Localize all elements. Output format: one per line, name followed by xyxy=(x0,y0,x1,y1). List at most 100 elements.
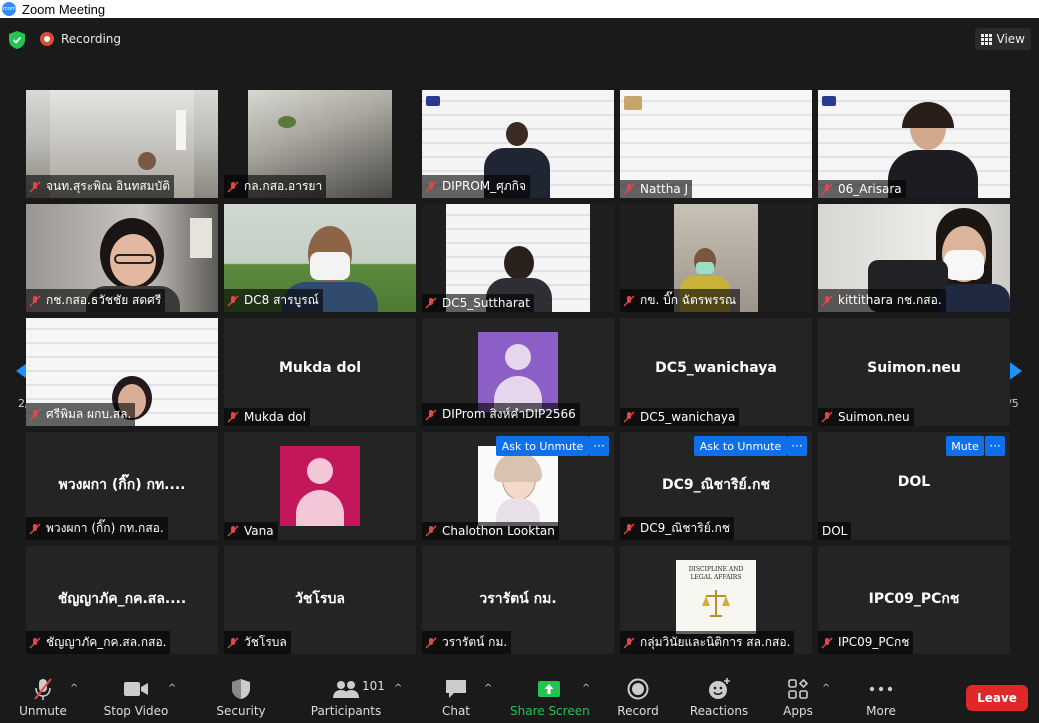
mic-muted-icon xyxy=(29,637,41,648)
participant-tile[interactable]: Nattha J xyxy=(620,90,812,198)
mic-muted-icon xyxy=(29,523,41,534)
audio-options-chevron-icon[interactable]: ^ xyxy=(70,683,78,694)
avatar xyxy=(478,446,558,526)
participant-tile[interactable]: Vana xyxy=(224,432,416,540)
recording-icon xyxy=(40,32,54,46)
participant-name: DC9_ณิชาริย์.กช xyxy=(620,517,734,540)
more-button[interactable]: More xyxy=(858,677,904,718)
participant-tile[interactable]: 06_Arisara xyxy=(818,90,1010,198)
participant-tile[interactable]: Ask to Unmute ··· Chalothon Looktan xyxy=(422,432,614,540)
participant-tile[interactable]: kittithara กช.กสอ. xyxy=(818,204,1010,312)
participant-name: กลุ่มวินัยและนิติการ สล.กสอ. xyxy=(620,631,795,654)
participant-name: จนท.สุระพิณ อินทสมบัติ xyxy=(26,175,174,198)
more-options-icon[interactable]: ··· xyxy=(985,436,1005,456)
view-label: View xyxy=(996,32,1025,46)
participant-name: kittithara กช.กสอ. xyxy=(818,289,946,312)
participants-icon xyxy=(333,681,359,698)
participant-name: วรารัตน์ กม. xyxy=(422,631,512,654)
recording-indicator[interactable]: Recording xyxy=(40,32,121,46)
share-options-chevron-icon[interactable]: ^ xyxy=(582,683,590,694)
apps-button[interactable]: Apps xyxy=(776,677,820,718)
participant-name: DOL xyxy=(818,522,852,540)
window-title: Zoom Meeting xyxy=(22,1,106,17)
mic-muted-icon xyxy=(227,411,239,423)
encryption-shield-icon[interactable] xyxy=(9,31,25,49)
record-button[interactable]: Record xyxy=(612,677,664,718)
more-options-icon[interactable]: ··· xyxy=(589,436,609,456)
participant-tile[interactable]: ชัญญาภัค_กค.สล.... ชัญญาภัค_กค.สล.กสอ. xyxy=(26,546,218,654)
mic-muted-icon xyxy=(425,181,437,192)
participant-name: กล.กสอ.อารยา xyxy=(224,175,327,198)
leave-button[interactable]: Leave xyxy=(966,685,1028,711)
participant-display-name: พวงผกา (กิ๊ก) กท.... xyxy=(58,477,186,493)
mic-muted-icon xyxy=(425,409,437,420)
mic-muted-icon xyxy=(227,637,239,648)
mic-muted-icon xyxy=(623,637,635,648)
participant-tile[interactable]: วรารัตน์ กม. วรารัตน์ กม. xyxy=(422,546,614,654)
participant-display-name: DOL xyxy=(897,474,931,490)
mic-muted-icon xyxy=(623,523,635,534)
participant-name: DIPROM_ศุภกิจ xyxy=(422,175,530,198)
participant-tile[interactable]: DC5_Suttharat xyxy=(422,204,614,312)
more-options-icon[interactable]: ··· xyxy=(787,436,807,456)
window-titlebar: zoom Zoom Meeting xyxy=(0,0,1039,18)
grid-view-icon xyxy=(980,34,992,45)
participant-tile[interactable]: Mukda dol Mukda dol xyxy=(224,318,416,426)
share-screen-icon xyxy=(538,681,560,697)
chat-options-chevron-icon[interactable]: ^ xyxy=(484,683,492,694)
participant-name: Chalothon Looktan xyxy=(422,522,559,540)
participant-tile[interactable]: ศรีพิมล ผกบ.สล. xyxy=(26,318,218,426)
mic-muted-icon xyxy=(821,637,833,648)
participant-tile[interactable]: DC5_wanichaya DC5_wanichaya xyxy=(620,318,812,426)
participant-tile[interactable]: DISCIPLINE AND LEGAL AFFAIRS กลุ่มวินัยแ… xyxy=(620,546,812,654)
participant-name: DC8 สารบูรณ์ xyxy=(224,289,323,312)
participant-tile[interactable]: กข. บิ๊ก ฉัตรพรรณ xyxy=(620,204,812,312)
participant-tile[interactable]: DIPROM_ศุภกิจ xyxy=(422,90,614,198)
security-button[interactable]: Security xyxy=(212,677,270,718)
participant-tile[interactable]: DC8 สารบูรณ์ xyxy=(224,204,416,312)
mute-button[interactable]: Mute xyxy=(946,436,984,456)
apps-options-chevron-icon[interactable]: ^ xyxy=(822,683,830,694)
mic-muted-icon xyxy=(623,183,635,195)
reactions-button[interactable]: Reactions xyxy=(686,677,752,718)
participant-display-name: DC5_wanichaya xyxy=(655,360,777,376)
participant-name: กช.กสอ.ธวัชชัย สดศรี xyxy=(26,289,166,312)
participant-display-name: IPC09_PCกช xyxy=(868,591,960,607)
zoom-logo-icon: zoom xyxy=(2,2,16,16)
avatar xyxy=(280,446,360,526)
participant-tile[interactable]: DIProm สิงห์คำDIP2566 xyxy=(422,318,614,426)
mic-muted-icon xyxy=(623,411,635,423)
stop-video-button[interactable]: Stop Video xyxy=(100,677,172,718)
participant-name: ศรีพิมล ผกบ.สล. xyxy=(26,403,136,426)
participant-name: DIProm สิงห์คำDIP2566 xyxy=(422,403,580,426)
participant-tile[interactable]: Mute ··· DOL DOL xyxy=(818,432,1010,540)
unmute-button[interactable]: Unmute xyxy=(14,677,72,718)
share-screen-button[interactable]: Share Screen xyxy=(510,677,590,718)
participant-name: Vana xyxy=(224,522,278,540)
scales-of-justice-icon xyxy=(702,590,730,617)
video-options-chevron-icon[interactable]: ^ xyxy=(168,683,176,694)
mic-muted-icon xyxy=(821,183,833,195)
participant-name: Nattha J xyxy=(620,180,693,198)
participants-options-chevron-icon[interactable]: ^ xyxy=(394,683,402,694)
participant-tile[interactable]: วัชโรบล วัชโรบล xyxy=(224,546,416,654)
participant-tile[interactable]: IPC09_PCกช IPC09_PCกช xyxy=(818,546,1010,654)
view-button[interactable]: View xyxy=(974,28,1031,50)
participant-name: พวงผกา (กิ๊ก) กท.กสอ. xyxy=(26,517,168,540)
participant-tile[interactable]: จนท.สุระพิณ อินทสมบัติ xyxy=(26,90,218,198)
participant-tile[interactable]: Suimon.neu Suimon.neu xyxy=(818,318,1010,426)
ask-to-unmute-button[interactable]: Ask to Unmute xyxy=(496,436,589,456)
chat-button[interactable]: Chat xyxy=(430,677,482,718)
participant-display-name: วรารัตน์ กม. xyxy=(479,591,557,607)
participant-tile[interactable]: กล.กสอ.อารยา xyxy=(224,90,416,198)
participant-name: กข. บิ๊ก ฉัตรพรรณ xyxy=(620,289,741,312)
participant-tile[interactable]: กช.กสอ.ธวัชชัย สดศรี xyxy=(26,204,218,312)
security-shield-icon xyxy=(232,679,250,699)
participant-tile[interactable]: พวงผกา (กิ๊ก) กท.... พวงผกา (กิ๊ก) กท.กส… xyxy=(26,432,218,540)
legal-affairs-logo: DISCIPLINE AND LEGAL AFFAIRS xyxy=(676,560,756,634)
mic-muted-icon xyxy=(29,409,41,420)
mic-muted-icon xyxy=(227,181,239,192)
mic-muted-icon xyxy=(227,525,239,537)
ask-to-unmute-button[interactable]: Ask to Unmute xyxy=(694,436,787,456)
participant-tile[interactable]: Ask to Unmute ··· DC9_ณิชาริย์.กช DC9_ณิ… xyxy=(620,432,812,540)
